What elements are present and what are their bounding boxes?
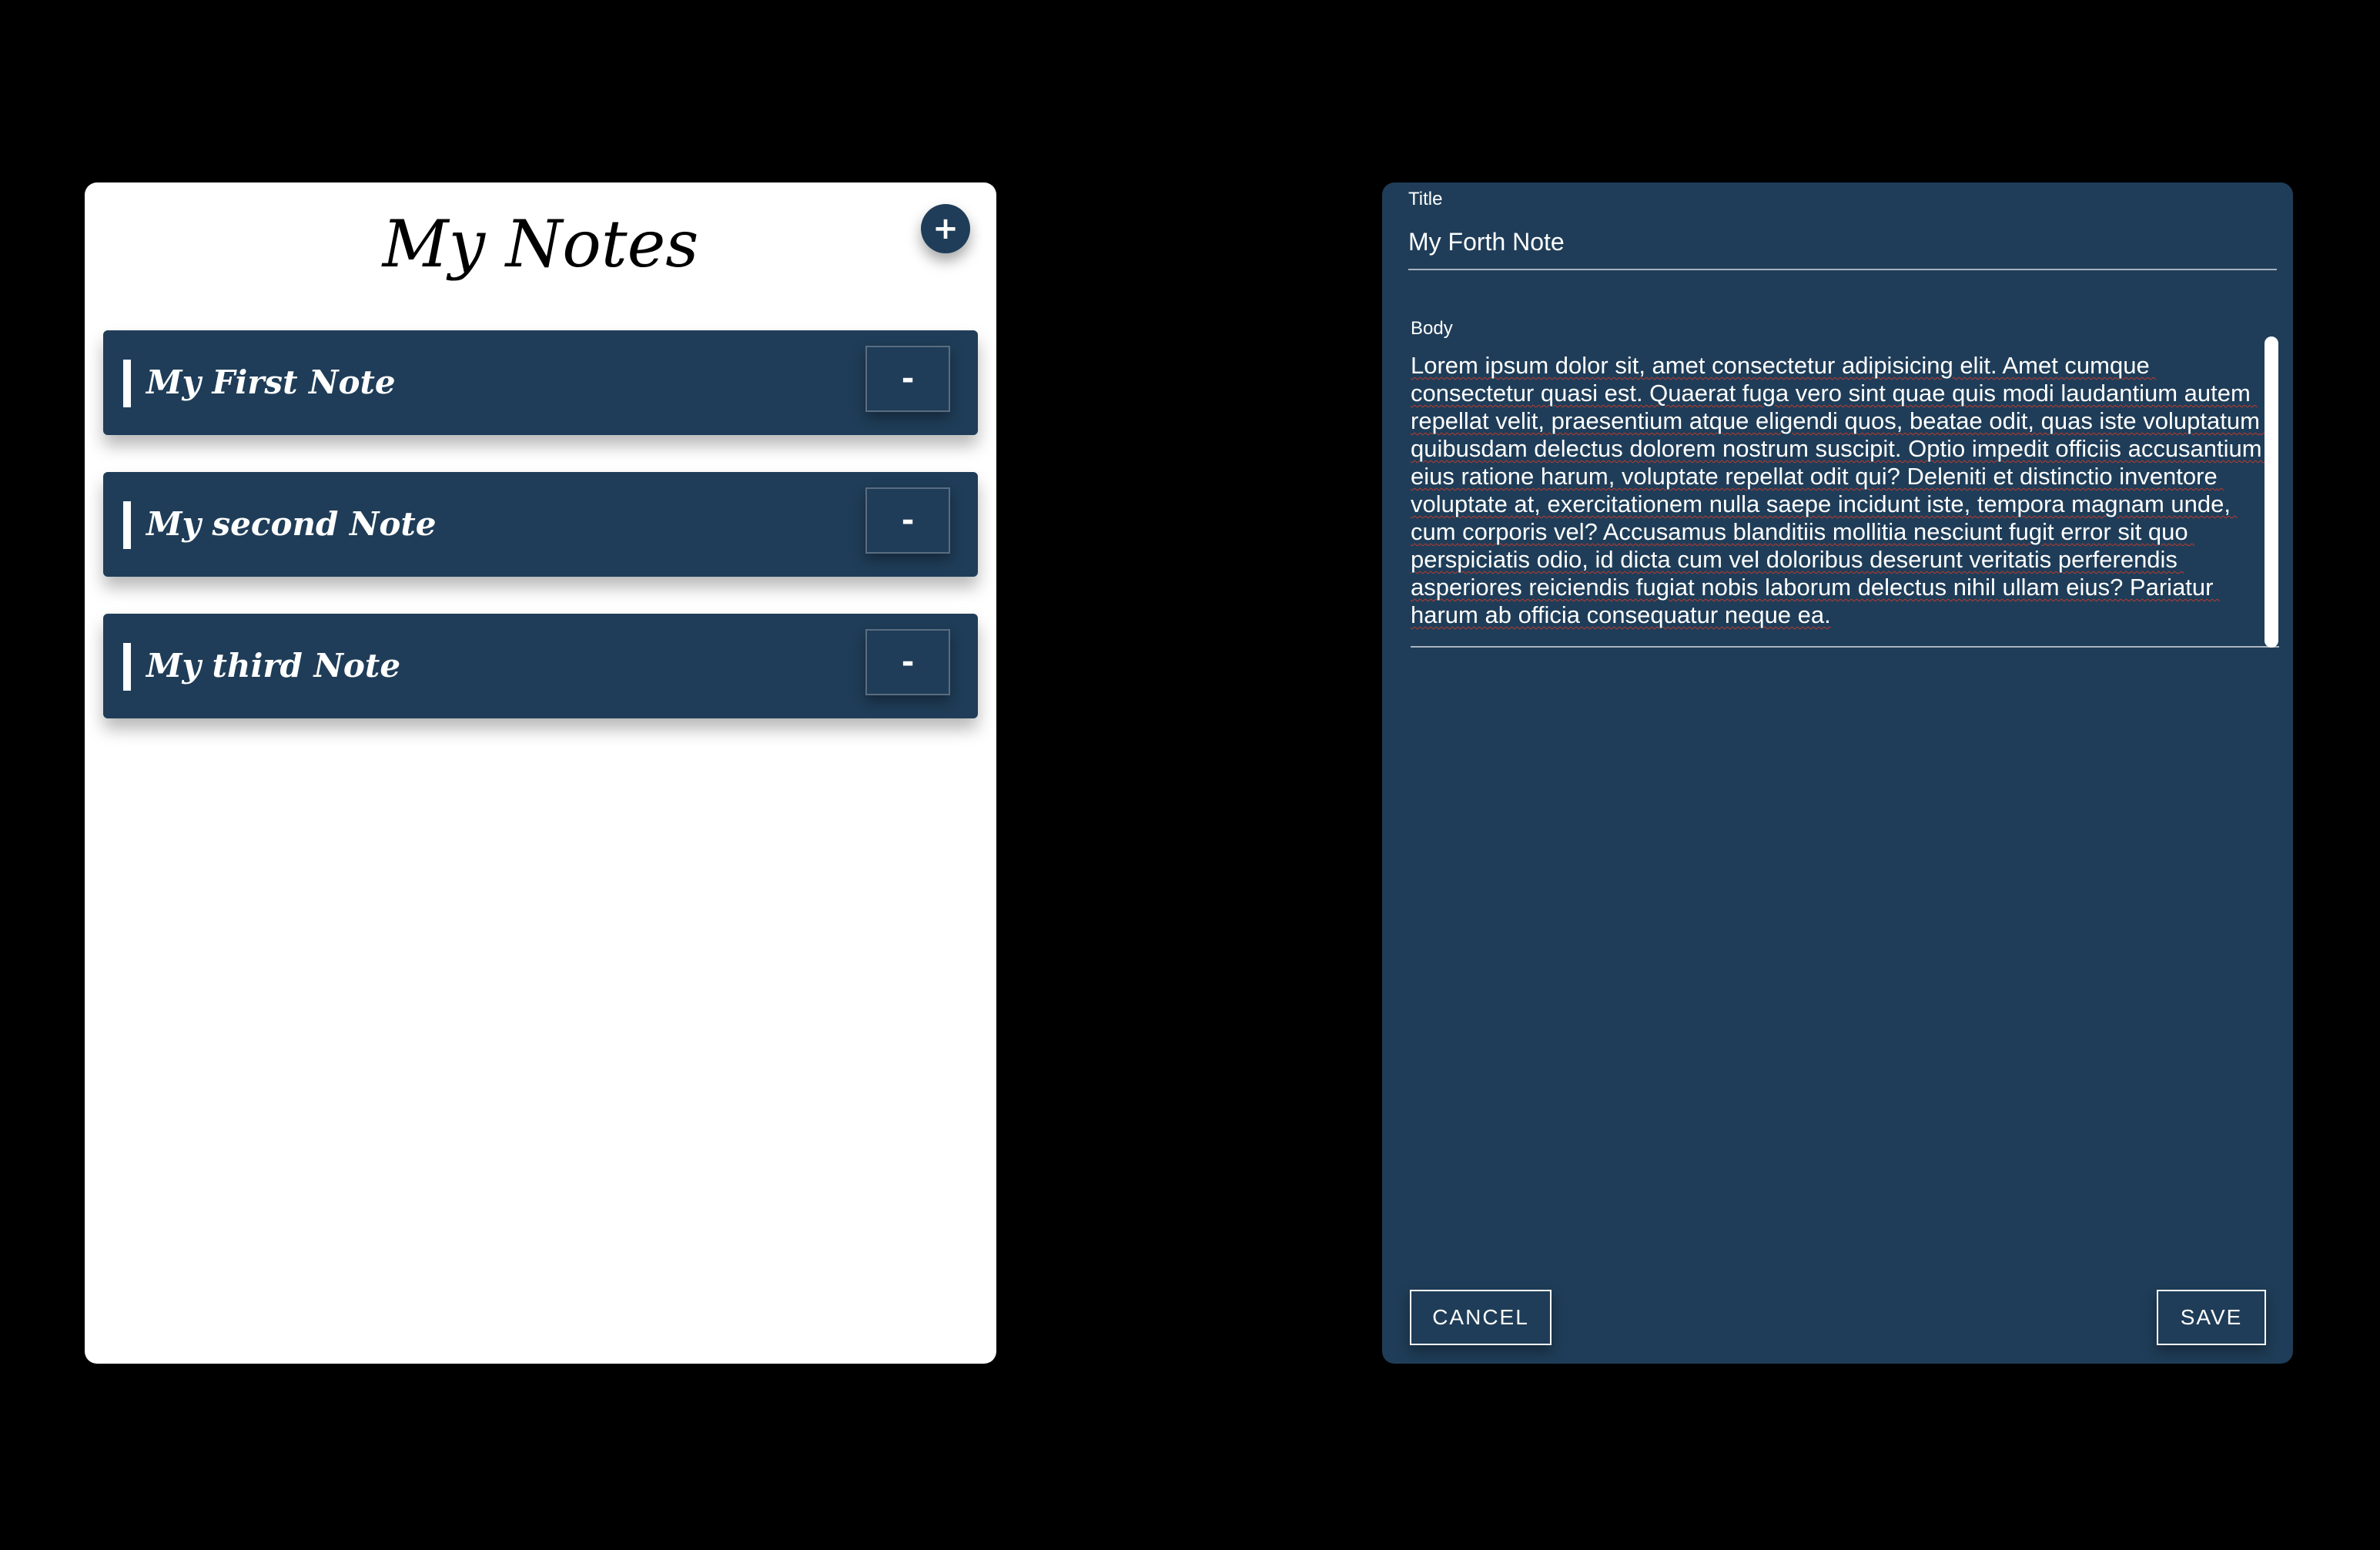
cancel-button[interactable]: CANCEL	[1410, 1290, 1552, 1345]
delete-note-button[interactable]: -	[865, 629, 950, 695]
minus-icon: -	[901, 644, 915, 680]
note-accent-bar	[123, 501, 131, 549]
delete-note-button[interactable]: -	[865, 346, 950, 412]
note-item-third[interactable]: My third Note -	[103, 614, 978, 718]
note-title: My second Note	[146, 505, 437, 543]
page-title: My Notes	[382, 206, 699, 282]
note-item-first[interactable]: My First Note -	[103, 330, 978, 435]
note-item-second[interactable]: My second Note -	[103, 472, 978, 577]
minus-icon: -	[901, 503, 915, 538]
minus-icon: -	[901, 361, 915, 397]
notes-panel: My Notes + My First Note - My second Not…	[85, 182, 996, 1364]
note-editor-panel: Title Body Lorem ipsum dolor sit, amet c…	[1382, 182, 2293, 1364]
body-field-label: Body	[1411, 318, 1453, 339]
body-scrollbar[interactable]	[2265, 336, 2278, 648]
notes-list: My First Note - My second Note - My thir…	[103, 330, 978, 755]
note-title: My third Note	[146, 647, 401, 685]
add-note-button[interactable]: +	[921, 204, 970, 253]
plus-icon: +	[932, 211, 959, 246]
note-title: My First Note	[146, 363, 396, 401]
note-accent-bar	[123, 360, 131, 407]
note-accent-bar	[123, 643, 131, 691]
title-input[interactable]	[1408, 215, 2277, 270]
title-field-label: Title	[1408, 189, 1443, 209]
delete-note-button[interactable]: -	[865, 487, 950, 554]
save-button[interactable]: SAVE	[2157, 1290, 2266, 1345]
body-textarea[interactable]: Lorem ipsum dolor sit, amet consectetur …	[1411, 350, 2279, 648]
